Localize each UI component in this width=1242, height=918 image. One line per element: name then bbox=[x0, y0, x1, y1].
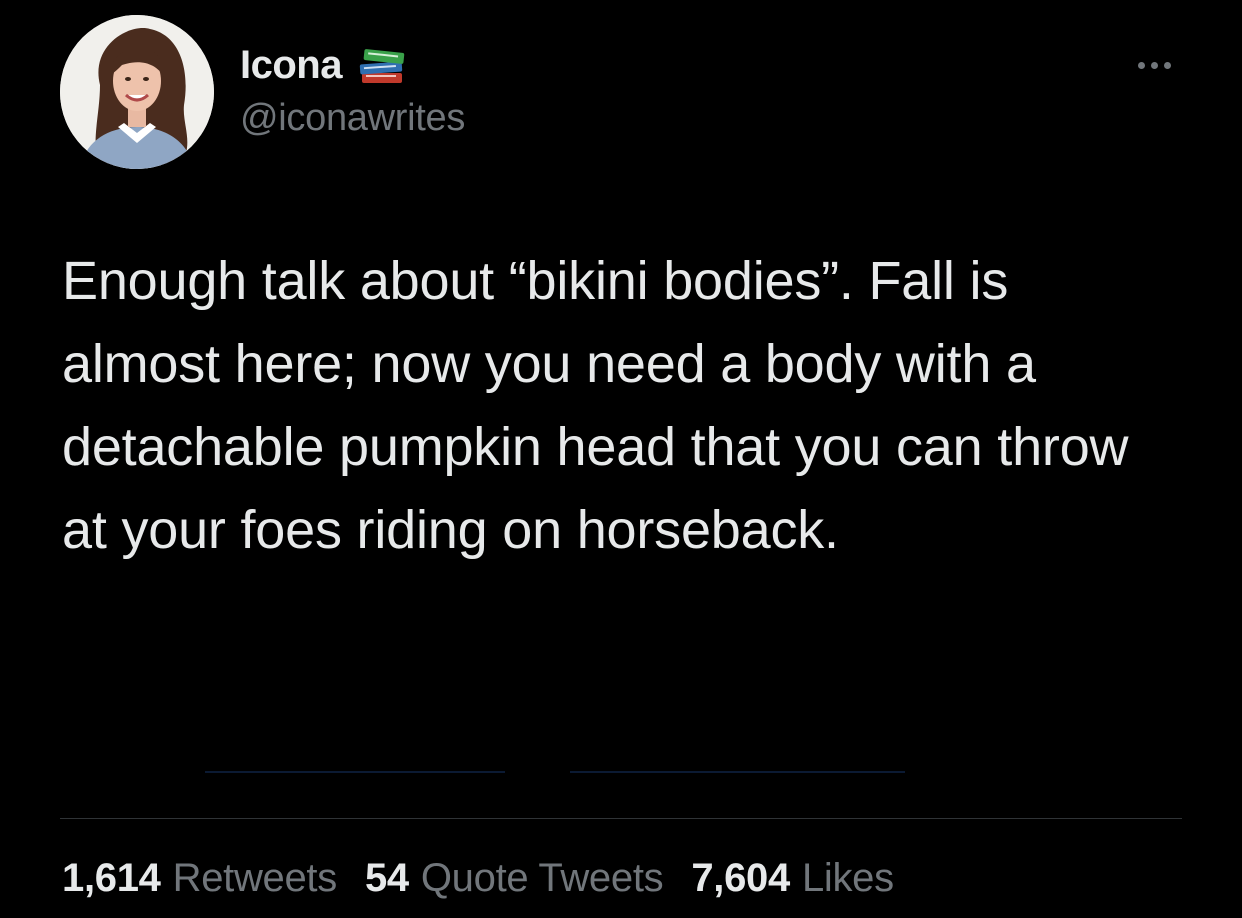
likes-count: 7,604 bbox=[691, 855, 790, 900]
tweet-stats: 1,614 Retweets 54 Quote Tweets 7,604 Lik… bbox=[62, 850, 922, 906]
tweet-card: Icona @iconawrites Enough talk about “bi… bbox=[0, 0, 1242, 918]
dot-icon bbox=[1137, 61, 1145, 69]
dot-icon bbox=[1163, 61, 1171, 69]
more-options-button[interactable] bbox=[1126, 50, 1182, 80]
faint-artifact-line bbox=[205, 771, 505, 773]
retweets-count: 1,614 bbox=[62, 855, 161, 900]
dot-icon bbox=[1150, 61, 1158, 69]
retweets-label: Retweets bbox=[172, 855, 338, 900]
display-name[interactable]: Icona bbox=[240, 43, 342, 88]
author-name-row: Icona bbox=[240, 40, 408, 90]
quote-tweets-label: Quote Tweets bbox=[420, 855, 664, 900]
likes-stat[interactable]: 7,604 Likes bbox=[691, 856, 894, 901]
quote-tweets-stat[interactable]: 54 Quote Tweets bbox=[364, 855, 664, 901]
quote-tweets-count: 54 bbox=[364, 855, 409, 900]
tweet-text: Enough talk about “bikini bodies”. Fall … bbox=[62, 251, 1144, 560]
retweets-stat[interactable]: 1,614 Retweets bbox=[62, 856, 337, 901]
avatar[interactable] bbox=[60, 15, 214, 169]
avatar-photo bbox=[60, 15, 214, 169]
books-icon bbox=[358, 43, 408, 87]
stats-divider bbox=[60, 818, 1182, 819]
author-handle[interactable]: @iconawrites bbox=[240, 97, 465, 140]
faint-artifact-line bbox=[570, 771, 905, 773]
likes-label: Likes bbox=[801, 855, 894, 900]
